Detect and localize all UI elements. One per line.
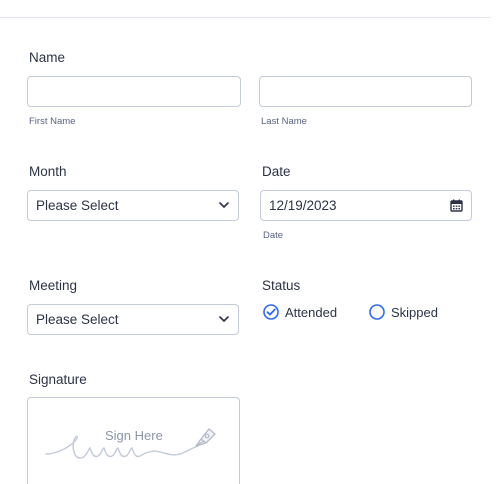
name-label: Name (29, 50, 66, 65)
pen-icon (192, 426, 220, 448)
calendar-icon[interactable] (450, 199, 463, 212)
first-name-input[interactable] (27, 76, 241, 107)
month-select-value: Please Select (36, 198, 119, 213)
top-divider (0, 17, 490, 18)
month-select[interactable]: Please Select (27, 190, 239, 221)
signature-label: Signature (29, 372, 87, 387)
signature-pad[interactable]: Sign Here (27, 397, 240, 484)
status-option-label: Skipped (391, 304, 438, 320)
date-label: Date (262, 164, 291, 179)
date-input[interactable]: 12/19/2023 (260, 190, 472, 221)
form-page: Name First Name Last Name Month Please S… (0, 0, 500, 484)
date-sublabel: Date (263, 230, 284, 241)
status-option-attended[interactable]: Attended (263, 304, 337, 320)
signature-hint: Sign Here (105, 428, 163, 443)
radio-unchecked-icon (369, 304, 385, 320)
date-input-value: 12/19/2023 (269, 198, 337, 213)
status-option-skipped[interactable]: Skipped (369, 304, 438, 320)
radio-checked-icon (263, 304, 279, 320)
meeting-label: Meeting (29, 278, 78, 293)
month-label: Month (29, 164, 67, 179)
chevron-down-icon (218, 314, 230, 326)
last-name-input[interactable] (259, 76, 472, 107)
chevron-down-icon (218, 200, 230, 212)
first-name-sublabel: First Name (29, 116, 76, 127)
status-label: Status (262, 278, 301, 293)
status-option-label: Attended (285, 304, 338, 320)
meeting-select[interactable]: Please Select (27, 304, 239, 335)
meeting-select-value: Please Select (36, 312, 119, 327)
last-name-sublabel: Last Name (261, 116, 307, 127)
